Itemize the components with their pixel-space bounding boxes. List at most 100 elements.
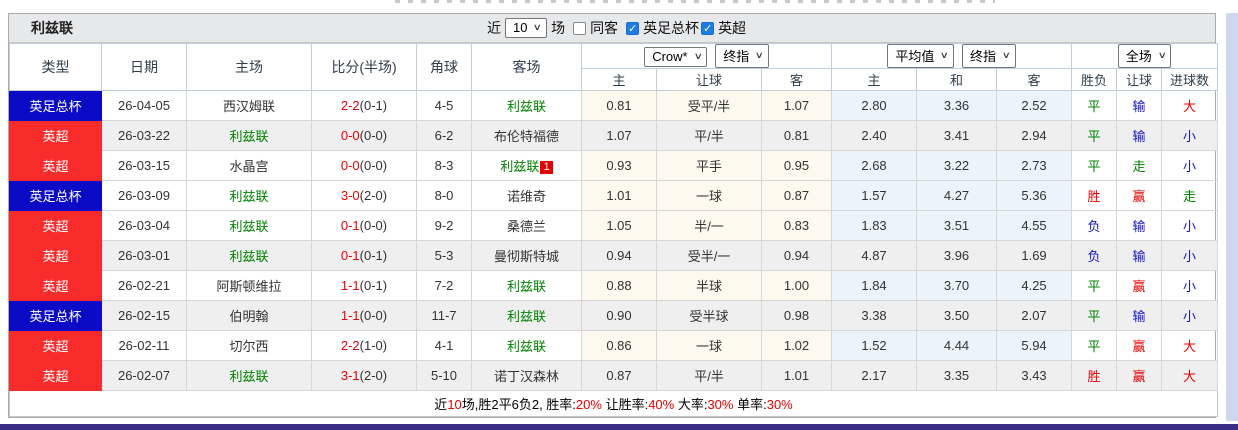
result-goals-cell: 小 xyxy=(1161,240,1219,271)
asia-odds-cell: 一球 xyxy=(656,330,762,361)
home-team-label: 利兹联 xyxy=(229,129,269,144)
epl-checkbox[interactable] xyxy=(701,21,715,35)
corner-count: 8-3 xyxy=(434,158,454,173)
result-label: 平 xyxy=(1087,99,1101,114)
home-team-label: 利兹联 xyxy=(229,219,269,234)
euro-odds-value: 1.83 xyxy=(861,218,887,233)
fulltime-score: 0-1 xyxy=(340,218,360,233)
euro-source-select[interactable]: 平均值 ∨ xyxy=(887,44,955,68)
league-label: 英超 xyxy=(42,369,69,384)
euro-odds-cell: 5.36 xyxy=(996,180,1073,211)
euro-odds-value: 4.44 xyxy=(943,338,970,353)
score-cell: 0-0(0-0) xyxy=(311,150,417,181)
table-row: 英超 26-03-04 利兹联 0-1(0-0) 9-2 桑德兰 1.05 半/一 0.83 1.… xyxy=(9,210,1219,241)
result-label: 负 xyxy=(1087,219,1101,234)
result-handicap-cell: 输 xyxy=(1116,210,1163,241)
league-badge: 英足总杯 xyxy=(9,180,102,211)
table-row: 英超 26-03-01 利兹联 0-1(0-1) 5-3 曼彻斯特城 0.94 受半/一 0.9… xyxy=(9,240,1219,271)
euro-odds-cell: 2.80 xyxy=(831,90,918,121)
subcol-asia-handicap: 让球 xyxy=(656,68,762,91)
corner-count: 4-1 xyxy=(434,338,454,353)
asia-odds-value: 1.05 xyxy=(606,218,632,233)
result-label: 大 xyxy=(1183,369,1197,384)
euro-odds-cell: 4.27 xyxy=(916,180,998,211)
away-team: 诺维奇 xyxy=(471,180,582,211)
league-badge: 英超 xyxy=(9,210,102,241)
asia-odds-cell: 1.00 xyxy=(760,270,833,301)
result-label: 小 xyxy=(1183,309,1197,324)
corner-count: 7-2 xyxy=(434,278,454,293)
asia-odds-value: 0.94 xyxy=(606,248,632,263)
euro-odds-value: 3.22 xyxy=(943,158,970,173)
match-date: 26-03-15 xyxy=(101,150,187,181)
summary-text-part: 20% xyxy=(575,397,602,412)
euro-odds-cell: 3.35 xyxy=(916,360,998,391)
league-label: 英超 xyxy=(42,279,69,294)
date-label: 26-04-05 xyxy=(117,98,171,113)
red-number-badge: 1 xyxy=(540,161,553,174)
summary-text-part: 让胜率: xyxy=(601,397,649,412)
asia-odds-value: 平/半 xyxy=(694,129,724,144)
fulltime-score: 2-2 xyxy=(340,98,360,113)
away-team: 曼彻斯特城 xyxy=(471,240,582,271)
asia-odds-value: 1.02 xyxy=(783,338,810,353)
home-team: 西汉姆联 xyxy=(186,90,312,121)
result-wdl-cell: 平 xyxy=(1071,120,1118,151)
bookmaker-select-value: Crow* xyxy=(652,49,688,64)
asia-odds-cell: 1.01 xyxy=(760,360,833,391)
league-badge: 英足总杯 xyxy=(9,90,102,121)
match-date: 26-02-21 xyxy=(101,270,187,301)
euro-odds-cell: 3.36 xyxy=(916,90,998,121)
asia-odds-cell: 0.95 xyxy=(760,150,833,181)
match-date: 26-02-11 xyxy=(101,330,187,361)
same-opponent-label: 同客 xyxy=(590,20,619,36)
asia-odds-time-select[interactable]: 终指 ∨ xyxy=(715,44,769,68)
euro-odds-cell: 2.17 xyxy=(831,360,918,391)
match-date: 26-03-04 xyxy=(101,210,187,241)
away-team: 利兹联 xyxy=(471,330,582,361)
matches-label: 场 xyxy=(551,20,566,36)
corner-cell: 5-3 xyxy=(416,240,472,271)
euro-odds-value: 2.40 xyxy=(861,128,887,143)
subcol-euro-away: 客 xyxy=(996,68,1073,91)
asia-odds-value: 0.81 xyxy=(606,98,632,113)
same-opponent-checkbox[interactable] xyxy=(573,21,587,35)
away-team-label: 利兹联 xyxy=(506,309,546,324)
euro-odds-time-select[interactable]: 终指 ∨ xyxy=(962,44,1016,68)
table-row: 英超 26-02-21 阿斯顿维拉 1-1(0-1) 7-2 利兹联 0.88 半球 1.00 1… xyxy=(9,270,1219,301)
date-label: 26-03-09 xyxy=(117,188,171,203)
table-row: 英超 26-02-07 利兹联 3-1(2-0) 5-10 诺丁汉森林 0.87 平/半 1.0… xyxy=(9,360,1219,391)
euro-odds-cell: 3.51 xyxy=(916,210,998,241)
euro-odds-cell: 1.52 xyxy=(831,330,918,361)
chevron-down-icon: ∨ xyxy=(1001,50,1011,60)
away-team-label: 诺维奇 xyxy=(506,189,546,204)
asia-odds-cell: 受半球 xyxy=(656,300,762,331)
home-team: 利兹联 xyxy=(186,120,312,151)
scope-select[interactable]: 全场 ∨ xyxy=(1117,44,1172,68)
fa-cup-checkbox[interactable] xyxy=(626,21,640,35)
euro-odds-value: 3.43 xyxy=(1021,368,1047,383)
recent-count-select[interactable]: 10 ∨ xyxy=(505,18,548,38)
halftime-score: (0-0) xyxy=(359,308,388,323)
score-cell: 2-2(0-1) xyxy=(311,90,417,121)
asia-odds-value: 0.81 xyxy=(783,128,810,143)
result-wdl-cell: 平 xyxy=(1071,300,1118,331)
asia-odds-value: 0.87 xyxy=(783,188,810,203)
halftime-score: (0-0) xyxy=(359,158,388,173)
summary-text-part: 单率: xyxy=(733,397,767,412)
match-history-panel: 利兹联 近 10 ∨ 场 同客 英足总杯 英超 类型 日期 xyxy=(8,13,1219,418)
date-label: 26-03-04 xyxy=(117,218,171,233)
result-handicap-cell: 走 xyxy=(1116,150,1163,181)
euro-odds-cell: 3.38 xyxy=(831,300,918,331)
result-label: 输 xyxy=(1132,309,1146,324)
euro-odds-cell: 4.55 xyxy=(996,210,1073,241)
bookmaker-select[interactable]: Crow* ∨ xyxy=(644,47,708,67)
home-team: 水晶宫 xyxy=(186,150,312,181)
away-team: 利兹联 1 xyxy=(471,150,582,181)
corner-count: 8-0 xyxy=(434,188,454,203)
result-label: 负 xyxy=(1087,249,1101,264)
asia-odds-value: 0.88 xyxy=(606,278,632,293)
euro-odds-value: 1.57 xyxy=(861,188,887,203)
chevron-down-icon: ∨ xyxy=(1157,50,1167,60)
asia-odds-value: 0.95 xyxy=(783,158,810,173)
